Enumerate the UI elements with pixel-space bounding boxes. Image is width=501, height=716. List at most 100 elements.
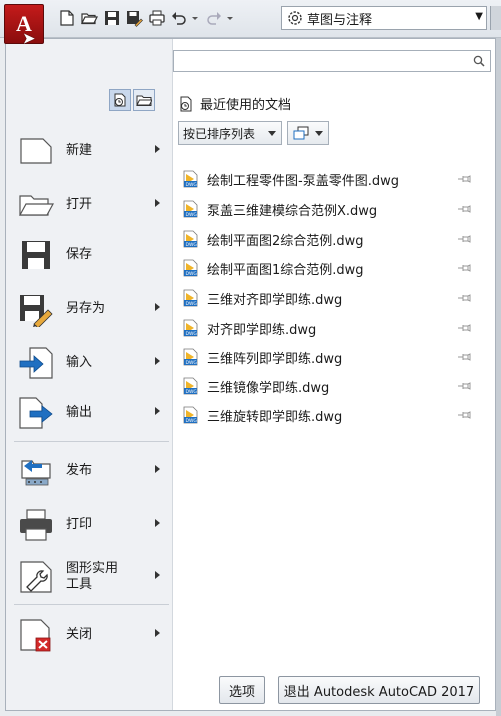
pin-icon[interactable]: [457, 174, 471, 184]
new-icon[interactable]: [58, 9, 76, 27]
submenu-arrow-icon: [155, 303, 160, 311]
menu-item-label: 打开: [66, 196, 93, 212]
menu-item-close[interactable]: 关闭: [18, 611, 168, 659]
svg-text:DWG: DWG: [186, 389, 198, 395]
menu-item-save[interactable]: 保存: [18, 231, 168, 279]
qat-overflow[interactable]: [490, 6, 501, 30]
ribbon-edge: [496, 38, 501, 716]
menu-item-export[interactable]: 输出: [18, 389, 168, 437]
dwg-file-icon: DWG: [183, 259, 198, 277]
icon-view-icon: [293, 126, 309, 140]
submenu-arrow-icon: [155, 465, 160, 473]
menu-item-label: 新建: [66, 142, 93, 158]
view-toggle: [109, 89, 155, 111]
svg-text:DWG: DWG: [186, 360, 198, 366]
workspace-dropdown[interactable]: 草图与注释 ▼: [281, 6, 487, 30]
redo-dropdown-icon[interactable]: [225, 9, 235, 27]
dwg-file-icon: DWG: [183, 377, 198, 395]
recent-file-item[interactable]: DWG 三维对齐即学即练.dwg: [181, 286, 471, 310]
recent-file-item[interactable]: DWG 三维旋转即学即练.dwg: [181, 403, 471, 427]
options-button[interactable]: 选项: [219, 676, 265, 704]
close-document-icon: [18, 617, 54, 653]
search-icon[interactable]: [472, 54, 486, 68]
recent-file-name: 绘制工程零件图-泵盖零件图.dwg: [207, 173, 399, 189]
menu-item-label: 另存为: [66, 300, 106, 316]
recent-file-item[interactable]: DWG 三维阵列即学即练.dwg: [181, 345, 471, 369]
submenu-arrow-icon: [155, 145, 160, 153]
recent-file-item[interactable]: DWG 泵盖三维建模综合范例X.dwg: [181, 197, 471, 221]
redo-icon[interactable]: [205, 9, 223, 27]
undo-icon[interactable]: [170, 9, 188, 27]
svg-text:DWG: DWG: [186, 331, 198, 337]
open-icon[interactable]: [80, 9, 98, 27]
recent-file-item[interactable]: DWG 绘制平面图1综合范例.dwg: [181, 256, 471, 280]
search-input[interactable]: [173, 50, 491, 72]
wrench-icon: [18, 559, 54, 595]
save-as-icon[interactable]: [125, 9, 143, 27]
mouse-cursor-icon: ➤: [23, 32, 35, 47]
recent-file-item[interactable]: DWG 绘制工程零件图-泵盖零件图.dwg: [181, 167, 471, 191]
menu-item-drawing-utilities[interactable]: 图形实用 工具: [18, 553, 168, 601]
clock-document-icon: [114, 93, 126, 107]
recent-documents-title: 最近使用的文档: [200, 98, 292, 113]
dwg-file-icon: DWG: [183, 348, 198, 366]
submenu-arrow-icon: [155, 571, 160, 579]
display-mode-dropdown[interactable]: [287, 121, 329, 145]
svg-text:DWG: DWG: [186, 271, 198, 277]
chevron-down-icon: ▼: [475, 11, 483, 22]
svg-text:DWG: DWG: [186, 242, 198, 248]
menu-divider: [14, 604, 169, 605]
menu-item-new[interactable]: 新建: [18, 127, 168, 175]
pin-icon[interactable]: [457, 381, 471, 391]
svg-text:DWG: DWG: [186, 301, 198, 307]
recent-file-name: 三维旋转即学即练.dwg: [207, 409, 343, 425]
dwg-file-icon: DWG: [183, 319, 198, 337]
publish-icon: [18, 453, 54, 489]
pin-icon[interactable]: [457, 204, 471, 214]
recent-file-name: 泵盖三维建模综合范例X.dwg: [207, 203, 378, 219]
pin-icon[interactable]: [457, 293, 471, 303]
undo-dropdown-icon[interactable]: [190, 9, 200, 27]
pin-icon[interactable]: [457, 263, 471, 273]
menu-item-label: 打印: [66, 516, 93, 532]
recent-file-name: 三维对齐即学即练.dwg: [207, 292, 343, 308]
exit-autocad-button[interactable]: 退出 Autodesk AutoCAD 2017: [278, 676, 480, 704]
menu-item-save-as[interactable]: 另存为: [18, 285, 168, 333]
pin-icon[interactable]: [457, 352, 471, 362]
recent-file-name: 三维镜像学即练.dwg: [207, 380, 330, 396]
pin-icon[interactable]: [457, 234, 471, 244]
menu-item-import[interactable]: 输入: [18, 339, 168, 387]
recent-file-name: 绘制平面图1综合范例.dwg: [207, 262, 364, 278]
gear-icon: [288, 11, 302, 25]
recent-file-item[interactable]: DWG 对齐即学即练.dwg: [181, 316, 471, 340]
recent-documents-icon: [180, 96, 192, 111]
svg-text:DWG: DWG: [186, 182, 198, 188]
save-icon[interactable]: [103, 9, 121, 27]
menu-item-label: 发布: [66, 462, 93, 478]
recent-file-name: 绘制平面图2综合范例.dwg: [207, 233, 364, 249]
recent-file-item[interactable]: DWG 绘制平面图2综合范例.dwg: [181, 227, 471, 251]
menu-item-publish[interactable]: 发布: [18, 447, 168, 495]
menu-divider: [14, 441, 169, 442]
dwg-file-icon: DWG: [183, 200, 198, 218]
recent-file-item[interactable]: DWG 三维镜像学即练.dwg: [181, 374, 471, 398]
pin-icon[interactable]: [457, 323, 471, 333]
sort-order-dropdown[interactable]: 按已排序列表: [178, 121, 282, 145]
open-documents-toggle[interactable]: [133, 89, 155, 111]
options-button-label: 选项: [228, 684, 255, 700]
search-row: [173, 42, 491, 72]
printer-icon: [18, 507, 54, 543]
export-icon: [18, 395, 54, 431]
menu-item-open[interactable]: 打开: [18, 181, 168, 229]
menu-item-label: 输入: [66, 354, 93, 370]
recent-documents-toggle[interactable]: [109, 89, 131, 111]
svg-text:DWG: DWG: [186, 212, 198, 218]
menu-item-print[interactable]: 打印: [18, 501, 168, 549]
application-menu-button[interactable]: A ➤: [4, 4, 44, 47]
pin-icon[interactable]: [457, 410, 471, 420]
new-document-icon: [18, 133, 54, 169]
svg-text:DWG: DWG: [186, 418, 198, 424]
plot-icon[interactable]: [148, 9, 166, 27]
recent-file-name: 三维阵列即学即练.dwg: [207, 351, 343, 367]
sort-order-label: 按已排序列表: [183, 126, 256, 141]
